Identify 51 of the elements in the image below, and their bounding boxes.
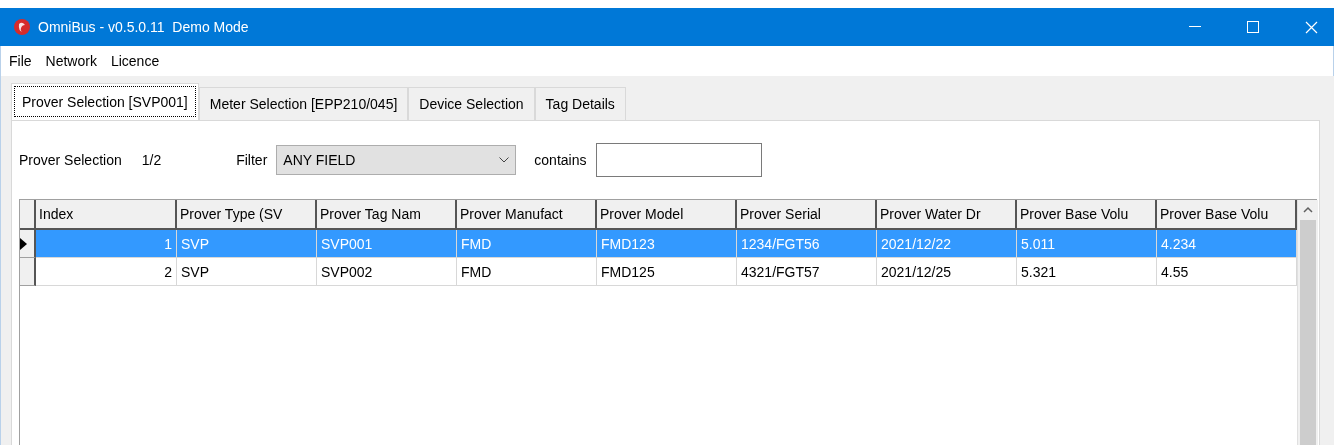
column-header[interactable]: Prover Manufact [457,200,597,230]
selection-count: 1/2 [141,152,162,168]
row-indicator[interactable] [20,230,36,258]
contains-field[interactable] [596,143,763,177]
header-corner [20,200,36,230]
filter-label: Filter [236,152,268,168]
table-cell: 4.234 [1157,230,1297,258]
close-icon [1304,20,1318,34]
column-header[interactable]: Prover Tag Nam [317,200,457,230]
minimize-icon [1189,26,1201,28]
table-cell: 4.55 [1157,258,1297,286]
maximize-icon [1247,21,1259,33]
table-cell: 2021/12/25 [877,258,1017,286]
table-cell: 4321/FGT57 [737,258,877,286]
column-header[interactable]: Prover Water Dr [877,200,1017,230]
table-cell: 5.011 [1017,230,1157,258]
table-cell: SVP002 [317,258,457,286]
column-header[interactable]: Index [36,200,177,230]
window-title: OmniBus - v0.5.0.11 Demo Mode [38,19,250,35]
contains-label: contains [534,152,587,168]
table-cell: 1234/FGT56 [737,230,877,258]
table-cell: SVP [177,230,317,258]
column-header[interactable]: Prover Type (SV [177,200,317,230]
table-cell: FMD [457,230,597,258]
column-header[interactable]: Prover Base Volu [1017,200,1157,230]
current-row-icon [20,237,27,250]
column-header[interactable]: Prover Model [597,200,737,230]
menu-item[interactable]: Licence [110,53,160,69]
table-cell: 5.321 [1017,258,1157,286]
row-indicator[interactable] [20,258,36,286]
table-cell: FMD125 [597,258,737,286]
tab[interactable]: Prover Selection [SVP001] [11,83,199,120]
tab[interactable]: Meter Selection [EPP210/045] [198,87,409,120]
menu-item[interactable]: File [9,53,32,69]
chevron-down-icon [499,157,510,163]
table-cell: SVP [177,258,317,286]
selection-label: Prover Selection [19,152,122,168]
filter-dropdown[interactable]: ANY FIELD [276,145,517,175]
column-header[interactable]: Prover Serial [737,200,877,230]
table-cell: SVP001 [317,230,457,258]
tab[interactable]: Device Selection [408,87,535,120]
menu-item[interactable]: Network [45,53,97,69]
tab[interactable]: Tag Details [534,87,626,120]
column-header[interactable]: Prover Base Volu [1157,200,1297,230]
table-cell: FMD [457,258,597,286]
scrollbar[interactable] [1297,200,1318,445]
table-cell: FMD123 [597,230,737,258]
table-cell: 2 [36,258,177,286]
table-cell: 1 [36,230,177,258]
app-logo-icon [14,19,30,35]
table-cell: 2021/12/22 [877,230,1017,258]
